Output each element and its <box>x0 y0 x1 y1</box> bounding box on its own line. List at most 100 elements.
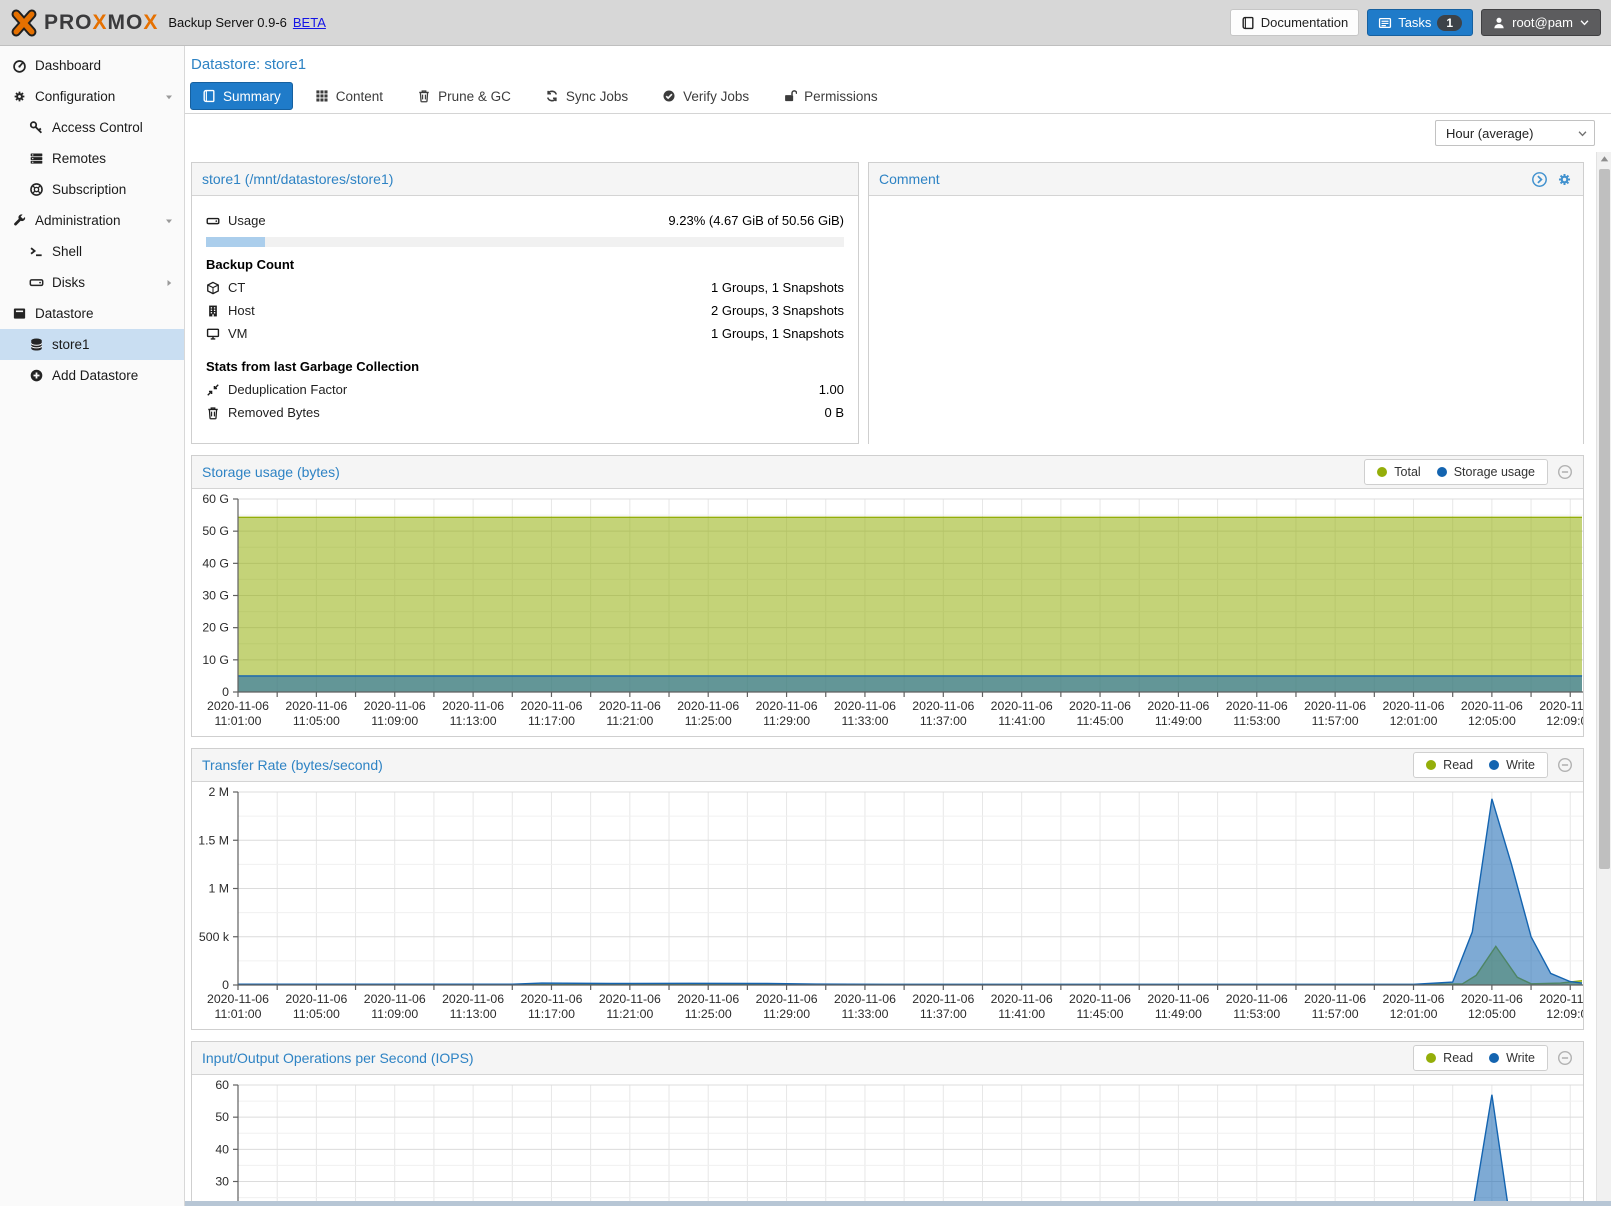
svg-text:11:25:00: 11:25:00 <box>685 714 732 728</box>
svg-text:20 G: 20 G <box>202 621 229 635</box>
sidebar-item-administration[interactable]: Administration <box>0 205 184 236</box>
svg-text:11:29:00: 11:29:00 <box>763 714 810 728</box>
svg-text:50: 50 <box>215 1110 229 1124</box>
hdd-icon <box>206 214 220 228</box>
svg-text:2020-11-06: 2020-11-06 <box>991 699 1053 713</box>
chevron-right-circle-icon[interactable] <box>1531 171 1548 188</box>
sidebar-item-subscription[interactable]: Subscription <box>0 174 184 205</box>
tab-label: Prune & GC <box>438 89 511 104</box>
svg-text:2020-11-06: 2020-11-06 <box>1147 992 1209 1006</box>
tab-label: Summary <box>223 89 281 104</box>
chart-title: Storage usage (bytes) <box>202 464 340 480</box>
user-menu-button[interactable]: root@pam <box>1481 9 1601 36</box>
collapse-chart-icon[interactable] <box>1557 464 1573 480</box>
svg-text:11:21:00: 11:21:00 <box>606 714 653 728</box>
svg-text:2020-11-06: 2020-11-06 <box>1461 699 1523 713</box>
unlock-icon <box>783 89 797 103</box>
backup-count-row-host: Host2 Groups, 3 Snapshots <box>206 299 844 322</box>
comment-panel: Comment <box>868 162 1584 444</box>
tasks-label: Tasks <box>1398 15 1431 30</box>
svg-text:2020-11-06: 2020-11-06 <box>364 699 426 713</box>
chevron-down-icon <box>1579 17 1590 28</box>
svg-text:11:09:00: 11:09:00 <box>371 714 418 728</box>
user-label: root@pam <box>1512 15 1573 30</box>
sidebar-item-access-control[interactable]: Access Control <box>0 112 184 143</box>
scrollbar-thumb[interactable] <box>1599 169 1610 869</box>
svg-text:2020-11-06: 2020-11-06 <box>834 699 896 713</box>
svg-text:11:41:00: 11:41:00 <box>998 714 1045 728</box>
row-label: Removed Bytes <box>228 405 320 420</box>
sidebar-item-label: Subscription <box>52 182 126 197</box>
row-value: 9.23% (4.67 GiB of 50.56 GiB) <box>668 213 844 228</box>
tab-prune-gc[interactable]: Prune & GC <box>405 82 523 110</box>
sidebar-item-store1[interactable]: store1 <box>0 329 184 360</box>
content-scroll-area: store1 (/mnt/datastores/store1) Usage9.2… <box>185 152 1596 1206</box>
tasks-button[interactable]: Tasks 1 <box>1367 9 1473 36</box>
comment-panel-body[interactable] <box>869 196 1583 444</box>
row-label: Host <box>228 303 255 318</box>
legend-item-read[interactable]: Read <box>1426 758 1473 772</box>
sidebar-item-remotes[interactable]: Remotes <box>0 143 184 174</box>
chart-legend: Read Write <box>1413 752 1548 778</box>
charts-container: Storage usage (bytes) Total Storage usage 0… <box>191 455 1584 1206</box>
tab-summary[interactable]: Summary <box>190 82 293 110</box>
gears-icon <box>12 89 27 104</box>
tab-bar: Summary Content Prune & GC Sync Jobs Verify … <box>185 82 1611 114</box>
sidebar-item-disks[interactable]: Disks <box>0 267 184 298</box>
svg-text:2020-11-06: 2020-11-06 <box>207 992 269 1006</box>
svg-text:30: 30 <box>215 1175 229 1189</box>
svg-text:30 G: 30 G <box>202 589 229 603</box>
legend-dot <box>1489 1053 1499 1063</box>
book-icon <box>1241 16 1255 30</box>
legend-item-write[interactable]: Write <box>1489 1051 1535 1065</box>
sidebar-item-configuration[interactable]: Configuration <box>0 81 184 112</box>
tab-permissions[interactable]: Permissions <box>771 82 890 110</box>
legend-label: Total <box>1394 465 1420 479</box>
tab-content[interactable]: Content <box>303 82 395 110</box>
legend-item-read[interactable]: Read <box>1426 1051 1473 1065</box>
scroll-up-arrow-icon[interactable] <box>1597 152 1611 167</box>
tab-label: Permissions <box>804 89 878 104</box>
svg-text:12:01:00: 12:01:00 <box>1390 1007 1438 1021</box>
lifering-icon <box>29 182 44 197</box>
sidebar-item-label: Add Datastore <box>52 368 138 383</box>
svg-text:0: 0 <box>222 978 229 992</box>
gc-row-deduplication-factor: Deduplication Factor1.00 <box>206 378 844 401</box>
svg-text:11:05:00: 11:05:00 <box>293 1007 340 1021</box>
svg-text:50 G: 50 G <box>202 524 229 538</box>
svg-text:11:01:00: 11:01:00 <box>215 714 262 728</box>
svg-text:2020-11-06: 2020-11-06 <box>912 699 974 713</box>
trash-icon <box>206 406 220 420</box>
sidebar-item-dashboard[interactable]: Dashboard <box>0 50 184 81</box>
hdd-icon <box>29 275 44 290</box>
row-value: 0 B <box>824 405 844 420</box>
beta-link[interactable]: BETA <box>293 15 326 30</box>
svg-text:11:37:00: 11:37:00 <box>920 714 967 728</box>
tab-verify-jobs[interactable]: Verify Jobs <box>650 82 761 110</box>
tab-sync-jobs[interactable]: Sync Jobs <box>533 82 640 110</box>
svg-text:2020-11-06: 2020-11-06 <box>1069 699 1131 713</box>
sidebar-item-label: Shell <box>52 244 82 259</box>
time-range-select[interactable]: Hour (average) <box>1435 120 1595 146</box>
gear-icon[interactable] <box>1556 171 1573 188</box>
svg-text:40: 40 <box>215 1142 229 1156</box>
legend-item-storage-usage[interactable]: Storage usage <box>1437 465 1535 479</box>
documentation-button[interactable]: Documentation <box>1230 9 1359 36</box>
sidebar-item-add-datastore[interactable]: Add Datastore <box>0 360 184 391</box>
sidebar-item-datastore[interactable]: Datastore <box>0 298 184 329</box>
vertical-scrollbar[interactable] <box>1596 152 1611 1206</box>
legend-item-total[interactable]: Total <box>1377 465 1420 479</box>
chart-title: Transfer Rate (bytes/second) <box>202 757 383 773</box>
row-label: CT <box>228 280 245 295</box>
legend-item-write[interactable]: Write <box>1489 758 1535 772</box>
sidebar-item-label: Remotes <box>52 151 106 166</box>
svg-text:1.5 M: 1.5 M <box>198 833 229 847</box>
sidebar-item-shell[interactable]: Shell <box>0 236 184 267</box>
collapse-chart-icon[interactable] <box>1557 1050 1573 1066</box>
collapse-chart-icon[interactable] <box>1557 757 1573 773</box>
legend-label: Read <box>1443 758 1473 772</box>
backup-count-heading: Backup Count <box>206 257 844 272</box>
svg-text:2020-11-06: 2020-11-06 <box>677 699 739 713</box>
caret-down-icon <box>163 215 175 227</box>
datastore-summary-panel: store1 (/mnt/datastores/store1) Usage9.2… <box>191 162 859 444</box>
